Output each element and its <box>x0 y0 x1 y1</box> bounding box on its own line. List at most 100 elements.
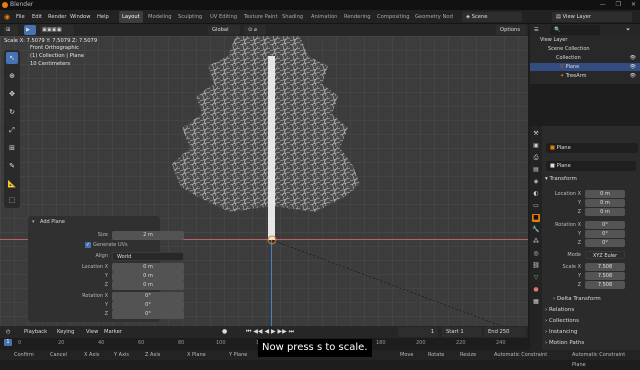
view-layer-tab-icon[interactable]: ▤ <box>532 166 540 174</box>
rotation-x-field[interactable]: 0° <box>112 292 184 301</box>
collection-tab-icon[interactable]: ▭ <box>532 202 540 210</box>
texture-tab-icon[interactable]: ▦ <box>532 298 540 306</box>
playback-menu[interactable]: Playback <box>24 326 47 338</box>
transform-section[interactable]: ▾ Transform <box>545 176 577 182</box>
tab-geometry-nodes[interactable]: Geometry Nod <box>412 11 456 23</box>
size-field[interactable]: 2 m <box>112 231 184 240</box>
render-tab-icon[interactable]: ▣ <box>532 142 540 150</box>
menu-file[interactable]: File <box>16 10 25 24</box>
tab-compositing[interactable]: Compositing <box>374 11 413 23</box>
prop-scale-x-field[interactable]: 7.508 <box>585 263 625 271</box>
rotate-tool-icon[interactable]: ↻ <box>6 106 18 118</box>
frame-indicator[interactable]: 1 <box>4 339 12 346</box>
transform-tool-icon[interactable]: ⊞ <box>6 142 18 154</box>
editor-type-icon[interactable]: ⊞ <box>4 25 18 35</box>
tab-modeling[interactable]: Modeling <box>145 11 175 23</box>
blender-menu-icon[interactable]: ◉ <box>4 10 10 24</box>
object-tab-icon[interactable]: ■ <box>532 214 540 222</box>
tab-rendering[interactable]: Rendering <box>341 11 374 23</box>
marker-menu[interactable]: Marker <box>104 326 122 338</box>
prop-scale-z-field[interactable]: 7.508 <box>585 281 625 289</box>
measure-tool-icon[interactable]: 📐 <box>6 178 18 190</box>
playback-controls[interactable]: ⏮ ◀◀ ◀ ▶ ▶▶ ⏭ <box>246 326 294 338</box>
timeline-editor-icon[interactable]: ◴ <box>6 326 11 338</box>
visibility-icon[interactable]: 👁 <box>630 54 636 62</box>
transform-orientation[interactable]: Global <box>208 25 240 35</box>
pivot-icons[interactable]: ⊙ ⌀ <box>244 25 266 35</box>
menu-render[interactable]: Render <box>48 10 66 24</box>
output-tab-icon[interactable]: ⎙ <box>532 154 540 162</box>
data-tab-icon[interactable]: ▽ <box>532 274 540 282</box>
data-name-field[interactable]: ■ Plane <box>546 161 636 171</box>
outliner-view-layer[interactable]: View Layer <box>530 36 640 44</box>
select-tool-icon[interactable]: ↖ <box>6 52 18 64</box>
prop-rotation-z-field[interactable]: 0° <box>585 239 625 247</box>
scale-tool-icon[interactable]: ⤢ <box>6 124 18 136</box>
outliner-treearm[interactable]: ✦ TreeArm 👁 <box>530 72 640 80</box>
prop-location-y-field[interactable]: 0 m <box>585 199 625 207</box>
add-plane-header[interactable]: ▾ Add Plane <box>28 218 160 227</box>
close-button[interactable]: ✕ <box>631 0 636 10</box>
select-mode-icon[interactable]: ▶ <box>24 25 36 35</box>
keying-menu[interactable]: Keying <box>57 326 74 338</box>
menu-help[interactable]: Help <box>97 10 109 24</box>
tab-sculpting[interactable]: Sculpting <box>175 11 205 23</box>
prop-rotation-x-field[interactable]: 0° <box>585 221 625 229</box>
rotation-mode-dropdown[interactable]: XYZ Euler <box>585 251 625 259</box>
tool-tab-icon[interactable]: ⚒ <box>532 130 540 138</box>
minimize-button[interactable]: — <box>600 0 606 10</box>
particles-tab-icon[interactable]: ⁂ <box>532 238 540 246</box>
record-button[interactable]: ● <box>222 326 227 338</box>
tab-layout[interactable]: Layout <box>119 11 143 23</box>
scene-selector[interactable]: ◈ Scene <box>462 12 522 22</box>
annotate-tool-icon[interactable]: ✎ <box>6 160 18 172</box>
generate-uvs-checkbox[interactable]: ✓ <box>85 242 91 248</box>
relations-section[interactable]: › Relations <box>545 307 574 313</box>
move-tool-icon[interactable]: ✥ <box>6 88 18 100</box>
collections-section[interactable]: › Collections <box>545 318 579 324</box>
object-name-field[interactable]: ■ Plane <box>546 143 638 153</box>
rotation-z-field[interactable]: 0° <box>112 310 184 319</box>
constraints-tab-icon[interactable]: ⛓ <box>532 262 540 270</box>
end-frame-field[interactable]: End 250 <box>484 327 526 337</box>
cursor-tool-icon[interactable]: ⊕ <box>6 70 18 82</box>
location-x-field[interactable]: 0 m <box>112 263 184 272</box>
location-y-field[interactable]: 0 m <box>112 272 184 281</box>
menu-edit[interactable]: Edit <box>32 10 42 24</box>
physics-tab-icon[interactable]: ◎ <box>532 250 540 258</box>
visibility-icon[interactable]: 👁 <box>630 72 636 80</box>
align-dropdown[interactable]: World <box>112 252 184 261</box>
tab-texture-paint[interactable]: Texture Paint <box>241 11 280 23</box>
prop-rotation-y-field[interactable]: 0° <box>585 230 625 238</box>
options-dropdown[interactable]: Options <box>496 25 526 35</box>
view-menu[interactable]: View <box>86 326 98 338</box>
delta-transform-section[interactable]: › Delta Transform <box>553 296 601 302</box>
prop-location-z-field[interactable]: 0 m <box>585 208 625 216</box>
current-frame-field[interactable]: 1 <box>398 327 438 337</box>
scene-tab-icon[interactable]: ◈ <box>532 178 540 186</box>
location-z-field[interactable]: 0 m <box>112 281 184 290</box>
outliner-scene-collection[interactable]: Scene Collection <box>530 45 640 53</box>
outliner-plane[interactable]: ▽ Plane 👁 <box>530 63 640 71</box>
world-tab-icon[interactable]: ◐ <box>532 190 540 198</box>
material-tab-icon[interactable]: ● <box>532 286 540 294</box>
filter-icon[interactable]: ⏷ <box>626 24 630 36</box>
instancing-section[interactable]: › Instancing <box>545 329 577 335</box>
rotation-y-field[interactable]: 0° <box>112 301 184 310</box>
outliner-search-input[interactable]: 🔍 <box>550 25 600 35</box>
outliner-collection[interactable]: Collection 👁 <box>530 54 640 62</box>
select-box-icons[interactable]: ▣▣▣▣ <box>40 25 74 35</box>
tab-animation[interactable]: Animation <box>308 11 340 23</box>
outliner-editor-icon[interactable]: ☰ <box>534 24 539 36</box>
view-layer-selector[interactable]: ▤ View Layer <box>552 12 632 22</box>
prop-location-x-field[interactable]: 0 m <box>585 190 625 198</box>
motion-paths-section[interactable]: › Motion Paths <box>545 340 584 346</box>
tab-shading[interactable]: Shading <box>279 11 306 23</box>
visibility-icon[interactable]: 👁 <box>630 63 636 71</box>
menu-window[interactable]: Window <box>70 10 90 24</box>
prop-scale-y-field[interactable]: 7.508 <box>585 272 625 280</box>
tab-uv-editing[interactable]: UV Editing <box>207 11 240 23</box>
modifiers-tab-icon[interactable]: 🔧 <box>532 226 540 234</box>
start-frame-field[interactable]: Start 1 <box>442 327 482 337</box>
maximize-button[interactable]: ❐ <box>616 0 621 10</box>
